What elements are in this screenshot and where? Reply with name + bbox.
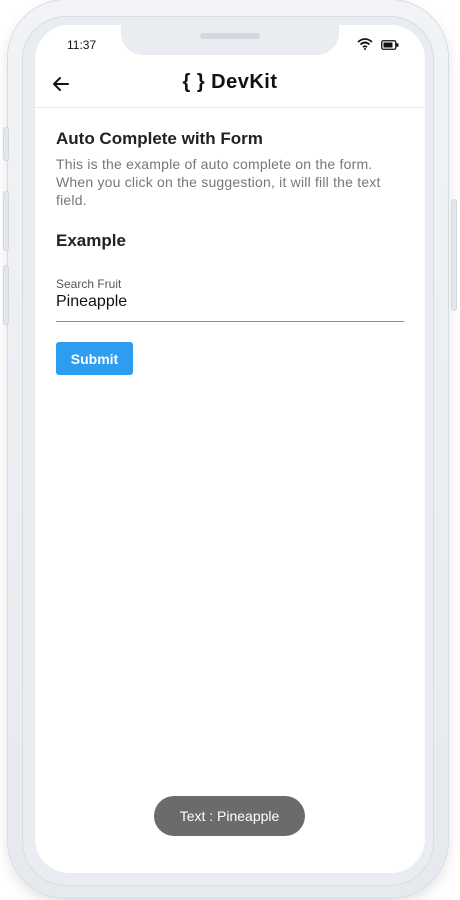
page-title: Auto Complete with Form xyxy=(56,129,263,148)
app-logo: { } DevKit xyxy=(182,71,278,93)
app-bar: { } DevKit xyxy=(35,61,425,108)
side-button-volume-down xyxy=(4,266,8,324)
submit-button[interactable]: Submit xyxy=(56,342,133,375)
search-fruit-label: Search Fruit xyxy=(56,277,122,291)
side-button-mute xyxy=(4,128,8,160)
toast-message: Text : Pineapple xyxy=(154,796,305,836)
status-icons xyxy=(357,37,399,55)
search-fruit-field[interactable]: Search Fruit xyxy=(56,277,404,322)
example-heading: Example xyxy=(56,231,126,250)
wifi-icon xyxy=(357,37,373,55)
battery-icon xyxy=(381,37,399,55)
page-description: This is the example of auto complete on … xyxy=(56,156,381,208)
main-content: Auto Complete with Form This is the exam… xyxy=(56,129,404,375)
search-fruit-input[interactable] xyxy=(56,293,404,311)
notch xyxy=(121,25,339,55)
side-button-volume-up xyxy=(4,192,8,250)
side-button-power xyxy=(452,200,456,310)
screen: 11:37 { } DevKit Auto Complete with Form… xyxy=(35,25,425,873)
status-time: 11:37 xyxy=(67,38,97,52)
speaker xyxy=(200,33,260,39)
